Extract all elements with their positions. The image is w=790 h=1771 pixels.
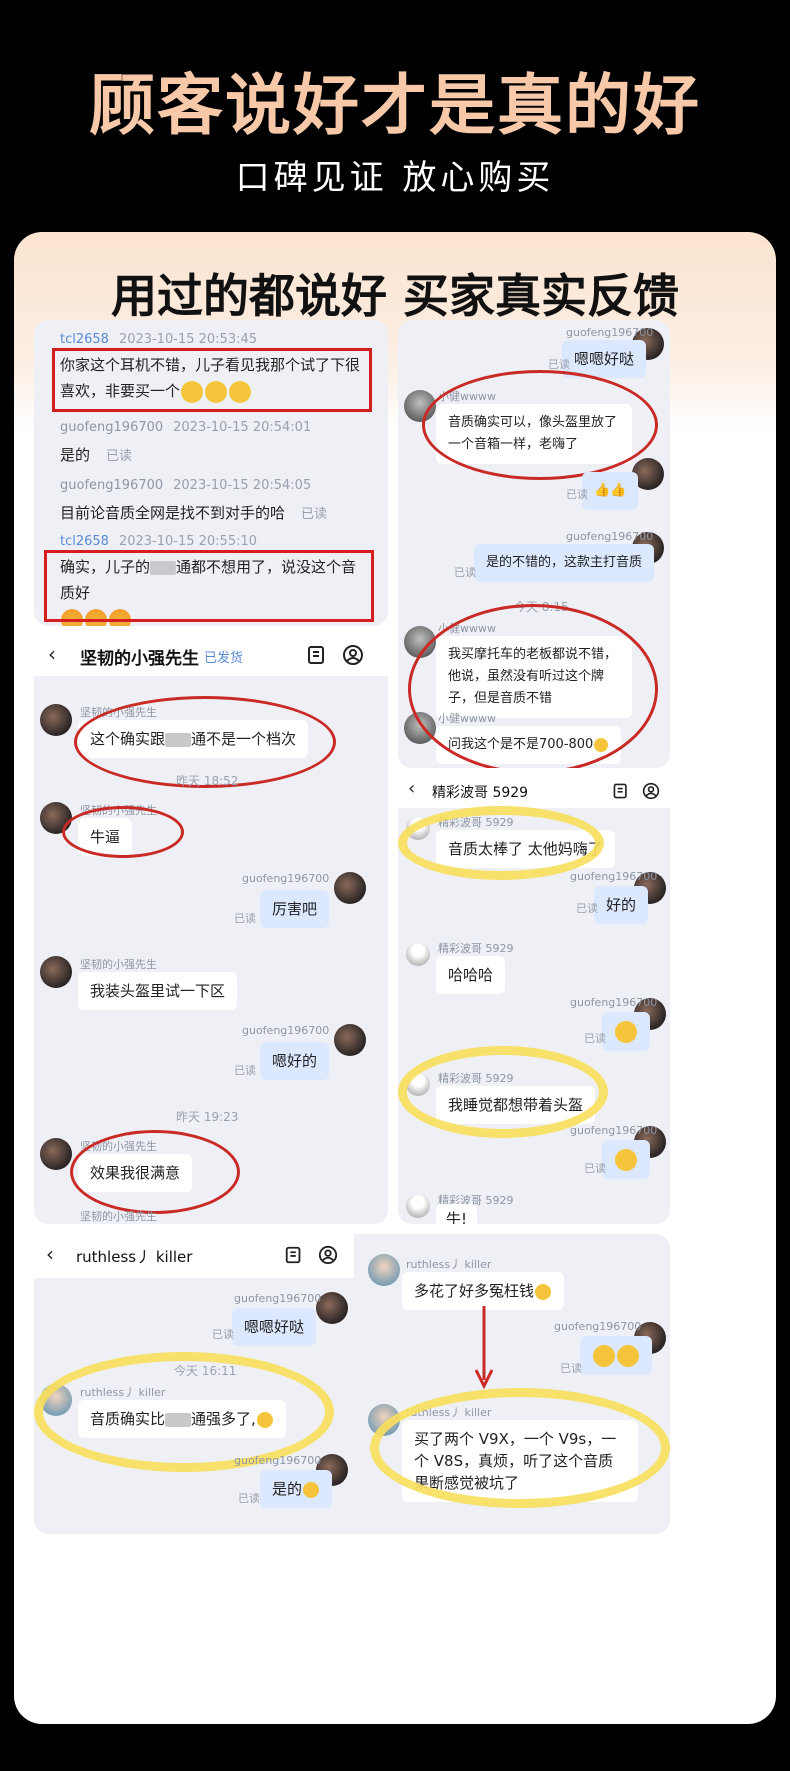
- avatar: [334, 872, 366, 904]
- chat-header: ‹ 精彩波哥 5929: [398, 776, 670, 808]
- message-meta: guofeng196700 2023-10-15 20:54:05: [60, 478, 312, 493]
- hero-subtitle: 口碑见证 放心购买: [235, 158, 555, 198]
- avatar: [40, 1138, 72, 1170]
- chat-title: ruthless丿 killer: [76, 1248, 193, 1266]
- sender-name: guofeng196700: [234, 1292, 322, 1305]
- annotation-ring: [398, 806, 604, 880]
- sender-name: guofeng196700: [554, 1320, 642, 1333]
- avatar: [406, 1194, 430, 1218]
- back-arrow-icon[interactable]: ‹: [46, 1242, 54, 1266]
- message-meta: tcl2658 2023-10-15 20:53:45: [60, 332, 258, 347]
- chat-bubble: [602, 1140, 650, 1179]
- chat-bubble: 嗯嗯好哒: [232, 1308, 317, 1346]
- back-arrow-icon[interactable]: ‹: [408, 778, 415, 799]
- chat-bubble: 👍👍: [582, 472, 639, 510]
- hero-banner: 顾客说好才是真的好 口碑见证 放心购买: [0, 0, 790, 230]
- emoji-icon: [535, 1283, 552, 1300]
- chat-bubble: 是的: [260, 1470, 333, 1508]
- avatar: [368, 1254, 400, 1286]
- message-text: 是的 已读: [60, 446, 133, 464]
- order-icon[interactable]: [306, 644, 328, 666]
- timestamp: 昨天 18:52: [176, 774, 239, 788]
- sender-name: 坚韧的小强先生: [80, 958, 157, 971]
- chat-title: 精彩波哥 5929: [432, 785, 529, 801]
- avatar: [40, 704, 72, 736]
- message-text: 目前论音质全网是找不到对手的哈 已读: [60, 504, 328, 522]
- chat-panel-ruthless: ‹ ruthless丿 killer guofeng196700 嗯嗯好哒 已读…: [34, 1234, 670, 1534]
- emoji-icon: [615, 1020, 637, 1043]
- chat-bubble: 我装头盔里试一下区: [78, 972, 238, 1010]
- sender-name: guofeng196700: [242, 1024, 330, 1037]
- chat-bubble: 哈哈哈: [436, 956, 506, 994]
- sender-name: guofeng196700: [566, 326, 654, 339]
- sender-name: guofeng196700: [242, 872, 330, 885]
- read-status: 已读: [584, 1032, 606, 1045]
- read-status: 已读: [576, 902, 598, 915]
- card-title: 用过的都说好 买家真实反馈: [110, 269, 679, 323]
- order-icon[interactable]: [284, 1245, 304, 1265]
- back-arrow-icon[interactable]: ‹: [48, 642, 56, 666]
- emoji-icon: [593, 1344, 615, 1367]
- sender-name: 坚韧的小强先生: [80, 1210, 157, 1223]
- order-status-badge: 已发货: [204, 651, 244, 666]
- user-profile-icon[interactable]: [342, 644, 364, 666]
- annotation-ring: [370, 1388, 670, 1508]
- read-status: 已读: [454, 566, 476, 579]
- read-status: 已读: [584, 1162, 606, 1175]
- chat-title: 坚韧的小强先生: [80, 649, 199, 669]
- chat-bubble: 牛!: [436, 1204, 478, 1224]
- sender-name: guofeng196700: [570, 996, 658, 1009]
- sender-name: 精彩波哥 5929: [438, 942, 514, 955]
- highlight-box: [52, 348, 372, 412]
- sender-name: guofeng196700: [570, 1124, 658, 1137]
- emoji-icon: [615, 1148, 637, 1171]
- sender-name: guofeng196700: [566, 530, 654, 543]
- chat-header: ‹ ruthless丿 killer: [34, 1234, 354, 1278]
- chat-bubble: 好的: [594, 886, 649, 924]
- annotation-ring: [408, 604, 658, 768]
- chat-bubble: 厉害吧: [260, 890, 330, 928]
- chat-panel-bogo: ‹ 精彩波哥 5929 精彩波哥 5929 音质太棒了 太他妈嗨了 guofen…: [398, 776, 670, 1224]
- order-icon[interactable]: [612, 782, 630, 800]
- highlight-box: [44, 550, 374, 622]
- read-status: 已读: [566, 488, 588, 501]
- chat-panel-xiaoqiang: ‹ 坚韧的小强先生 已发货 坚韧的小强先生 这个确实跟 通不是一个档次 昨天 18…: [34, 634, 388, 1224]
- emoji-icon: [617, 1344, 639, 1367]
- sender-name: guofeng196700: [570, 870, 658, 883]
- read-status: 已读: [560, 1362, 582, 1375]
- annotation-ring: [422, 370, 658, 480]
- read-status: 已读: [234, 1064, 256, 1077]
- chat-bubble: [580, 1336, 652, 1375]
- chat-panel-xiaojian: guofeng196700 嗯嗯好哒 已读 小健wwww 音质确实可以，像头盔里…: [398, 320, 670, 768]
- chat-bubble: [602, 1012, 650, 1051]
- chat-panel-tcl: tcl2658 2023-10-15 20:53:45 你家这个耳机不错，儿子看见…: [34, 320, 388, 626]
- chat-bubble: 是的不错的，这款主打音质: [474, 544, 655, 582]
- timestamp: 昨天 19:23: [176, 1110, 239, 1124]
- avatar: [40, 956, 72, 988]
- feedback-card: 用过的都说好 买家真实反馈 tcl2658 2023-10-15 20:53:45…: [14, 232, 776, 1724]
- user-profile-icon[interactable]: [642, 782, 660, 800]
- read-status: 已读: [234, 912, 256, 925]
- chat-bubble: 多花了好多冤枉钱: [402, 1272, 565, 1310]
- user-profile-icon[interactable]: [318, 1245, 338, 1265]
- message-meta: tcl2658 2023-10-15 20:55:10: [60, 534, 258, 549]
- annotation-ring: [62, 806, 184, 858]
- avatar: [334, 1024, 366, 1056]
- read-status: 已读: [238, 1492, 260, 1505]
- avatar: [406, 942, 430, 966]
- emoji-icon: [303, 1481, 320, 1498]
- sender-name: ruthless丿 killer: [406, 1258, 492, 1271]
- hero-title: 顾客说好才是真的好: [89, 67, 701, 144]
- read-status: 已读: [212, 1328, 234, 1341]
- chat-header: ‹ 坚韧的小强先生 已发货: [34, 634, 388, 676]
- annotation-ring: [70, 1130, 240, 1214]
- chat-bubble: 嗯好的: [260, 1042, 330, 1080]
- arrow-down-icon: [474, 1306, 494, 1390]
- message-meta: guofeng196700 2023-10-15 20:54:01: [60, 420, 312, 435]
- sender-name: guofeng196700: [234, 1454, 322, 1467]
